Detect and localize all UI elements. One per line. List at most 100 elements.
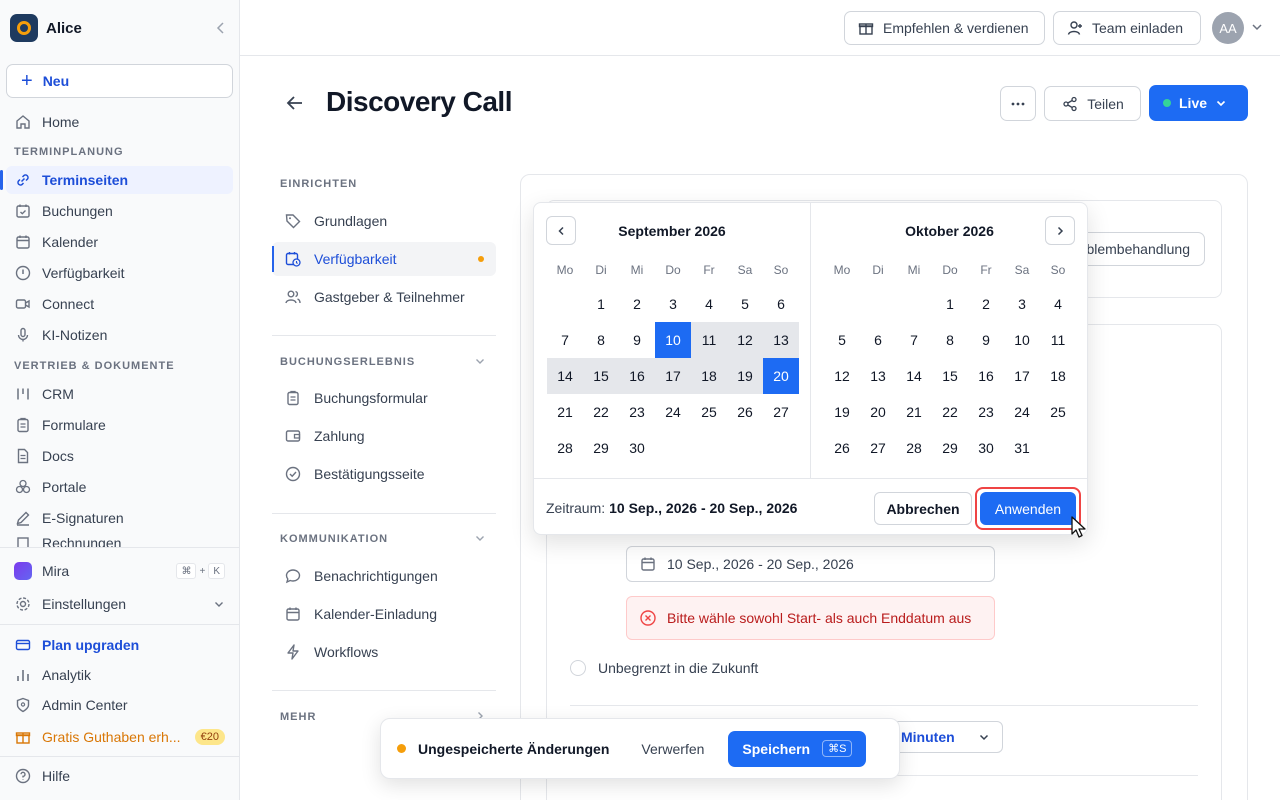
apply-button[interactable]: Anwenden [980,492,1076,525]
calendar-day[interactable]: 24 [655,394,691,430]
calendar-day[interactable]: 15 [932,358,968,394]
settings-item-grundlagen[interactable]: Grundlagen [272,204,496,238]
sidebar-item-credit[interactable]: Gratis Guthaben erh... €20 [6,723,233,751]
sidebar-item-docs[interactable]: Docs [6,442,233,470]
sidebar-item-connect[interactable]: Connect [6,290,233,318]
settings-item-zahlung[interactable]: Zahlung [272,419,496,453]
calendar-day[interactable]: 22 [583,394,619,430]
sidebar-item-verfuegbarkeit[interactable]: Verfügbarkeit [6,259,233,287]
sidebar-item-home[interactable]: Home [6,108,233,136]
calendar-day[interactable]: 24 [1004,394,1040,430]
calendar-day[interactable]: 5 [727,286,763,322]
sidebar-item-plan-upgrade[interactable]: Plan upgraden [6,631,233,659]
calendar-day[interactable]: 21 [547,394,583,430]
sidebar-item-terminseiten[interactable]: Terminseiten [0,166,233,194]
more-options-button[interactable] [1000,86,1036,121]
refer-button[interactable]: Empfehlen & verdienen [844,11,1045,45]
new-button[interactable]: + Neu [6,64,233,98]
share-button[interactable]: Teilen [1044,86,1141,121]
calendar-day[interactable]: 8 [583,322,619,358]
sidebar-item-hilfe[interactable]: Hilfe [6,762,233,790]
sidebar-item-analytik[interactable]: Analytik [6,661,233,689]
calendar-day[interactable]: 30 [619,430,655,466]
calendar-day[interactable]: 13 [763,322,799,358]
calendar-day[interactable]: 7 [896,322,932,358]
calendar-day[interactable]: 2 [619,286,655,322]
back-arrow-icon[interactable] [284,92,306,114]
calendar-day[interactable]: 8 [932,322,968,358]
discard-button[interactable]: Verwerfen [641,741,704,757]
calendar-day[interactable]: 31 [1004,430,1040,466]
calendar-day[interactable]: 18 [1040,358,1076,394]
calendar-day[interactable]: 6 [763,286,799,322]
calendar-day[interactable]: 26 [727,394,763,430]
avatar[interactable]: AA [1212,12,1244,44]
calendar-day[interactable]: 28 [896,430,932,466]
calendar-day[interactable]: 15 [583,358,619,394]
calendar-day[interactable]: 9 [619,322,655,358]
calendar-day[interactable]: 4 [1040,286,1076,322]
sidebar-item-rechnungen[interactable]: Rechnungen [6,535,233,547]
calendar-day[interactable]: 3 [1004,286,1040,322]
calendar-day[interactable]: 23 [968,394,1004,430]
calendar-day[interactable]: 6 [860,322,896,358]
calendar-day[interactable]: 16 [619,358,655,394]
calendar-day[interactable]: 23 [619,394,655,430]
collapse-sidebar-icon[interactable] [213,20,229,36]
calendar-day[interactable]: 22 [932,394,968,430]
sidebar-item-portale[interactable]: Portale [6,473,233,501]
save-button[interactable]: Speichern ⌘S [728,730,867,767]
settings-item-gastgeber[interactable]: Gastgeber & Teilnehmer [272,280,496,314]
calendar-day[interactable]: 28 [547,430,583,466]
sidebar-item-mira[interactable]: Mira ⌘ + K [6,557,233,585]
calendar-day[interactable]: 13 [860,358,896,394]
unlimited-radio[interactable] [570,660,586,676]
calendar-day[interactable]: 29 [583,430,619,466]
calendar-day[interactable]: 7 [547,322,583,358]
calendar-day[interactable]: 18 [691,358,727,394]
calendar-day[interactable]: 19 [824,394,860,430]
calendar-day[interactable]: 30 [968,430,1004,466]
calendar-day[interactable]: 9 [968,322,1004,358]
invite-team-button[interactable]: Team einladen [1053,11,1201,45]
settings-item-benachrichtigungen[interactable]: Benachrichtigungen [272,559,496,593]
calendar-day[interactable]: 16 [968,358,1004,394]
calendar-day[interactable]: 1 [583,286,619,322]
calendar-day[interactable]: 5 [824,322,860,358]
unlimited-future-option[interactable]: Unbegrenzt in die Zukunft [570,660,758,676]
date-range-field[interactable]: 10 Sep., 2026 - 20 Sep., 2026 [626,546,995,582]
settings-item-verfuegbarkeit[interactable]: Verfügbarkeit [272,242,496,276]
sidebar-item-crm[interactable]: CRM [6,380,233,408]
calendar-day[interactable]: 27 [763,394,799,430]
calendar-day[interactable]: 10 [655,322,691,358]
sidebar-item-buchungen[interactable]: Buchungen [6,197,233,225]
sidebar-item-kalender[interactable]: Kalender [6,228,233,256]
sidebar-item-e-signaturen[interactable]: E-Signaturen [6,504,233,532]
calendar-day[interactable]: 11 [691,322,727,358]
chevron-down-icon[interactable] [474,532,486,544]
calendar-day[interactable]: 10 [1004,322,1040,358]
calendar-day[interactable]: 25 [1040,394,1076,430]
next-month-button[interactable] [1045,216,1075,245]
calendar-day[interactable]: 20 [860,394,896,430]
settings-item-kalender-einladung[interactable]: Kalender-Einladung [272,597,496,631]
calendar-day[interactable]: 25 [691,394,727,430]
calendar-day[interactable]: 11 [1040,322,1076,358]
calendar-day[interactable]: 17 [655,358,691,394]
sidebar-item-admin-center[interactable]: Admin Center [6,691,233,719]
cancel-button[interactable]: Abbrechen [874,492,972,525]
settings-item-workflows[interactable]: Workflows [272,635,496,669]
calendar-day[interactable]: 2 [968,286,1004,322]
sidebar-item-ki-notizen[interactable]: KI-Notizen [6,321,233,349]
chevron-down-icon[interactable] [474,355,486,367]
calendar-day[interactable]: 4 [691,286,727,322]
calendar-day[interactable]: 12 [824,358,860,394]
calendar-day[interactable]: 26 [824,430,860,466]
calendar-day[interactable]: 14 [896,358,932,394]
live-status-button[interactable]: Live [1149,85,1248,121]
sidebar-item-einstellungen[interactable]: Einstellungen [6,590,233,618]
calendar-day[interactable]: 27 [860,430,896,466]
settings-item-bestaetigungsseite[interactable]: Bestätigungsseite [272,457,496,491]
calendar-day[interactable]: 19 [727,358,763,394]
chevron-down-icon[interactable] [1250,20,1264,34]
